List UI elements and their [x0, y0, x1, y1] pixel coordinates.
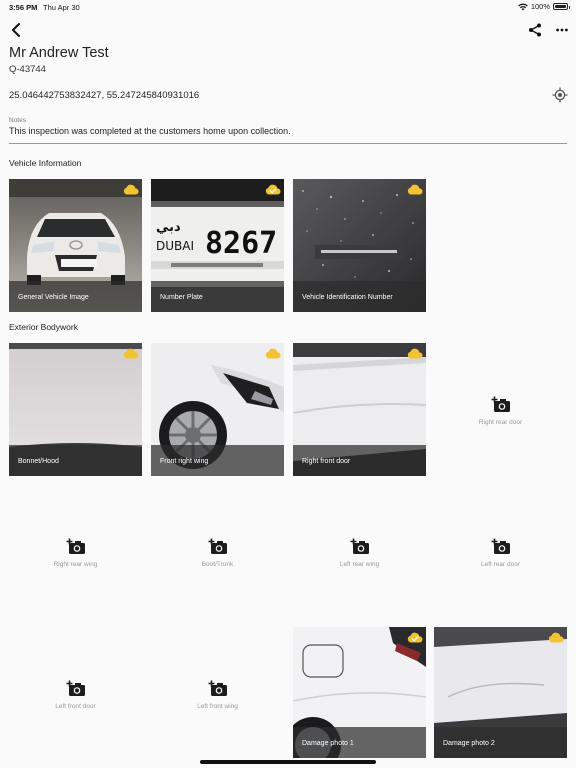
- photo-tile-number-plate[interactable]: دبي DUBAI 8267 Number Plate: [151, 179, 284, 312]
- photo-tile-bonnet-hood[interactable]: Bonnet/Hood: [9, 343, 142, 476]
- slot-label: Left rear door: [480, 561, 521, 568]
- status-right: 100%: [518, 2, 570, 11]
- add-photo-right-rear-wing[interactable]: Right rear wing: [9, 485, 142, 618]
- quote-id: Q-43744: [9, 64, 46, 75]
- share-button[interactable]: [526, 20, 544, 40]
- photo-caption: General Vehicle Image: [9, 281, 142, 312]
- more-horizontal-icon: [556, 28, 568, 32]
- cloud-uploading-icon: [407, 348, 423, 359]
- add-photo-camera-icon: [491, 538, 510, 554]
- section-title-exterior-bodywork: Exterior Bodywork: [9, 322, 78, 332]
- plate-number-text: 8267: [205, 226, 277, 261]
- slot-label: Boot/Trunk: [201, 561, 234, 568]
- wifi-icon: [518, 3, 528, 10]
- status-bar: 3:56 PM Thu Apr 30 100%: [0, 0, 576, 14]
- notes-underline: [9, 143, 567, 144]
- plate-arabic-text: دبي: [156, 220, 181, 235]
- more-options-button[interactable]: [552, 20, 572, 40]
- cloud-done-icon: [407, 632, 423, 643]
- share-icon: [529, 23, 541, 37]
- photo-tile-front-right-wing[interactable]: Front right wing: [151, 343, 284, 476]
- slot-label: Right rear wing: [53, 561, 98, 568]
- cloud-uploading-icon: [265, 348, 281, 359]
- add-photo-camera-icon: [208, 680, 227, 696]
- gps-coordinates: 25.046442753832427, 55.247245840931016: [9, 90, 200, 101]
- add-photo-left-rear-door[interactable]: Left rear door: [434, 485, 567, 618]
- slot-label: Left front wing: [197, 703, 238, 710]
- locate-button[interactable]: [552, 87, 568, 103]
- photo-tile-right-front-door[interactable]: Right front door: [293, 343, 426, 476]
- photo-tile-vin[interactable]: Vehicle Identification Number: [293, 179, 426, 312]
- add-photo-left-rear-wing[interactable]: Left rear wing: [293, 485, 426, 618]
- photo-caption: Damage photo 2: [434, 727, 567, 758]
- notes-label: Notes: [9, 117, 26, 124]
- cloud-uploading-icon: [407, 184, 423, 195]
- cloud-uploading-icon: [123, 348, 139, 359]
- status-time: 3:56 PM: [9, 3, 38, 12]
- photo-tile-damage-photo-1[interactable]: Damage photo 1: [293, 627, 426, 758]
- add-photo-boot-trunk[interactable]: Boot/Trunk: [151, 485, 284, 618]
- photo-caption: Damage photo 1: [293, 727, 426, 758]
- photo-caption: Vehicle Identification Number: [293, 281, 426, 312]
- chevron-left-icon: [12, 23, 20, 37]
- plate-city-text: DUBAI: [156, 239, 194, 253]
- status-date: Thu Apr 30: [43, 3, 80, 12]
- cloud-uploading-icon: [123, 184, 139, 195]
- photo-tile-general-vehicle-image[interactable]: General Vehicle Image: [9, 179, 142, 312]
- photo-caption: Number Plate: [151, 281, 284, 312]
- slot-label: Right rear door: [478, 419, 523, 426]
- battery-percent: 100%: [530, 2, 550, 11]
- customer-name: Mr Andrew Test: [9, 45, 109, 61]
- cloud-uploading-icon: [548, 632, 564, 643]
- photo-caption: Front right wing: [151, 445, 284, 476]
- photo-caption: Right front door: [293, 445, 426, 476]
- crosshair-location-icon: [552, 87, 568, 103]
- slot-label: Left front door: [55, 703, 96, 710]
- add-photo-camera-icon: [208, 538, 227, 554]
- battery-icon: [553, 3, 570, 10]
- add-photo-left-front-door[interactable]: Left front door: [9, 627, 142, 760]
- back-button[interactable]: [6, 20, 26, 40]
- photo-caption: Bonnet/Hood: [9, 445, 142, 476]
- add-photo-right-rear-door[interactable]: Right rear door: [434, 343, 567, 476]
- add-photo-camera-icon: [66, 538, 85, 554]
- add-photo-left-front-wing[interactable]: Left front wing: [151, 627, 284, 760]
- cloud-done-icon: [265, 184, 281, 195]
- home-indicator[interactable]: [200, 760, 376, 764]
- photo-tile-damage-photo-2[interactable]: Damage photo 2: [434, 627, 567, 758]
- add-photo-camera-icon: [350, 538, 369, 554]
- section-title-vehicle-information: Vehicle Information: [9, 158, 82, 168]
- slot-label: Left rear wing: [339, 561, 380, 568]
- notes-field[interactable]: This inspection was completed at the cus…: [9, 126, 291, 136]
- add-photo-camera-icon: [66, 680, 85, 696]
- add-photo-camera-icon: [491, 396, 510, 412]
